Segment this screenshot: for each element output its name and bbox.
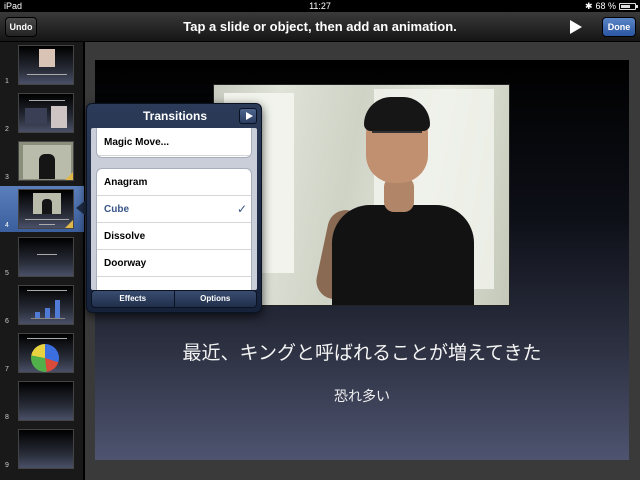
slide-thumbnail-2[interactable]: 2 bbox=[0, 90, 84, 136]
magic-move-group: Magic Move... bbox=[96, 128, 252, 158]
thumbnail-image bbox=[18, 429, 74, 469]
slide-title[interactable]: 最近、キングと呼ばれることが増えてきた bbox=[95, 338, 629, 365]
slide-number: 9 bbox=[5, 462, 9, 469]
status-bar: iPad 11:27 ✱ 68 % bbox=[0, 0, 640, 12]
slide-thumbnail-6[interactable]: 6 bbox=[0, 282, 84, 328]
popover-title: Transitions bbox=[142, 109, 207, 123]
transition-item-dissolve[interactable]: Dissolve bbox=[97, 223, 251, 250]
tab-effects[interactable]: Effects bbox=[91, 290, 175, 308]
play-preview-button[interactable] bbox=[239, 108, 257, 124]
slide-thumbnail-4[interactable]: 4 bbox=[0, 186, 84, 232]
transition-item-cube[interactable]: Cube ✓ bbox=[97, 196, 251, 223]
slide-thumbnail-9[interactable]: 9 bbox=[0, 426, 84, 472]
battery-percent: 68 % bbox=[595, 1, 616, 11]
item-label: Magic Move... bbox=[104, 137, 170, 148]
thumbnail-image bbox=[18, 381, 74, 421]
play-icon[interactable] bbox=[570, 20, 582, 34]
slide-number: 7 bbox=[5, 366, 9, 373]
thumbnail-image bbox=[18, 189, 74, 229]
thumbnail-image bbox=[18, 333, 74, 373]
slide-number: 8 bbox=[5, 414, 9, 421]
item-label: Doorway bbox=[104, 258, 147, 269]
thumbnail-image bbox=[18, 141, 74, 181]
slide-thumbnail-5[interactable]: 5 bbox=[0, 234, 84, 280]
toolbar: Undo Tap a slide or object, then add an … bbox=[0, 12, 640, 42]
slide-number: 6 bbox=[5, 318, 9, 325]
transitions-list[interactable]: Magic Move... Anagram Cube ✓ Dissolve Do… bbox=[91, 128, 257, 290]
transition-item-magic-move[interactable]: Magic Move... bbox=[97, 129, 251, 156]
toolbar-instruction: Tap a slide or object, then add an anima… bbox=[183, 19, 457, 34]
slide-number: 2 bbox=[5, 126, 9, 133]
item-label: Dissolve bbox=[104, 231, 146, 242]
transition-item-anagram[interactable]: Anagram bbox=[97, 169, 251, 196]
battery-icon bbox=[619, 2, 638, 10]
slide-thumbnail-1[interactable]: 1 bbox=[0, 42, 84, 88]
slide-number: 4 bbox=[5, 222, 9, 229]
thumbnail-image bbox=[18, 45, 74, 85]
thumbnail-image bbox=[18, 285, 74, 325]
slide-thumbnail-8[interactable]: 8 bbox=[0, 378, 84, 424]
transition-group: Anagram Cube ✓ Dissolve Doorway bbox=[96, 168, 252, 290]
bluetooth-icon: ✱ bbox=[584, 1, 593, 11]
done-button[interactable]: Done bbox=[602, 17, 636, 37]
clock: 11:27 bbox=[309, 1, 331, 11]
item-label: Anagram bbox=[104, 177, 148, 188]
checkmark-icon: ✓ bbox=[236, 202, 247, 216]
slide-number: 3 bbox=[5, 174, 9, 181]
item-label: Cube bbox=[104, 204, 129, 215]
thumbnail-image bbox=[18, 237, 74, 277]
thumbnail-image bbox=[18, 93, 74, 133]
slide-thumbnail-3[interactable]: 3 bbox=[0, 138, 84, 184]
transition-item-doorway[interactable]: Doorway bbox=[97, 250, 251, 277]
battery-level bbox=[621, 4, 630, 8]
slide-thumbnail-7[interactable]: 7 bbox=[0, 330, 84, 376]
slide-subtitle[interactable]: 恐れ多い bbox=[95, 386, 629, 406]
tab-options[interactable]: Options bbox=[174, 290, 257, 308]
popover-pointer bbox=[76, 200, 86, 216]
popover-tabs: Effects Options bbox=[91, 290, 257, 308]
slide-navigator[interactable]: 1 2 3 4 5 6 7 8 9 bbox=[0, 42, 84, 480]
transitions-popover: Transitions Magic Move... Anagram Cube ✓… bbox=[86, 103, 262, 313]
slide-number: 1 bbox=[5, 78, 9, 85]
slide-number: 5 bbox=[5, 270, 9, 277]
